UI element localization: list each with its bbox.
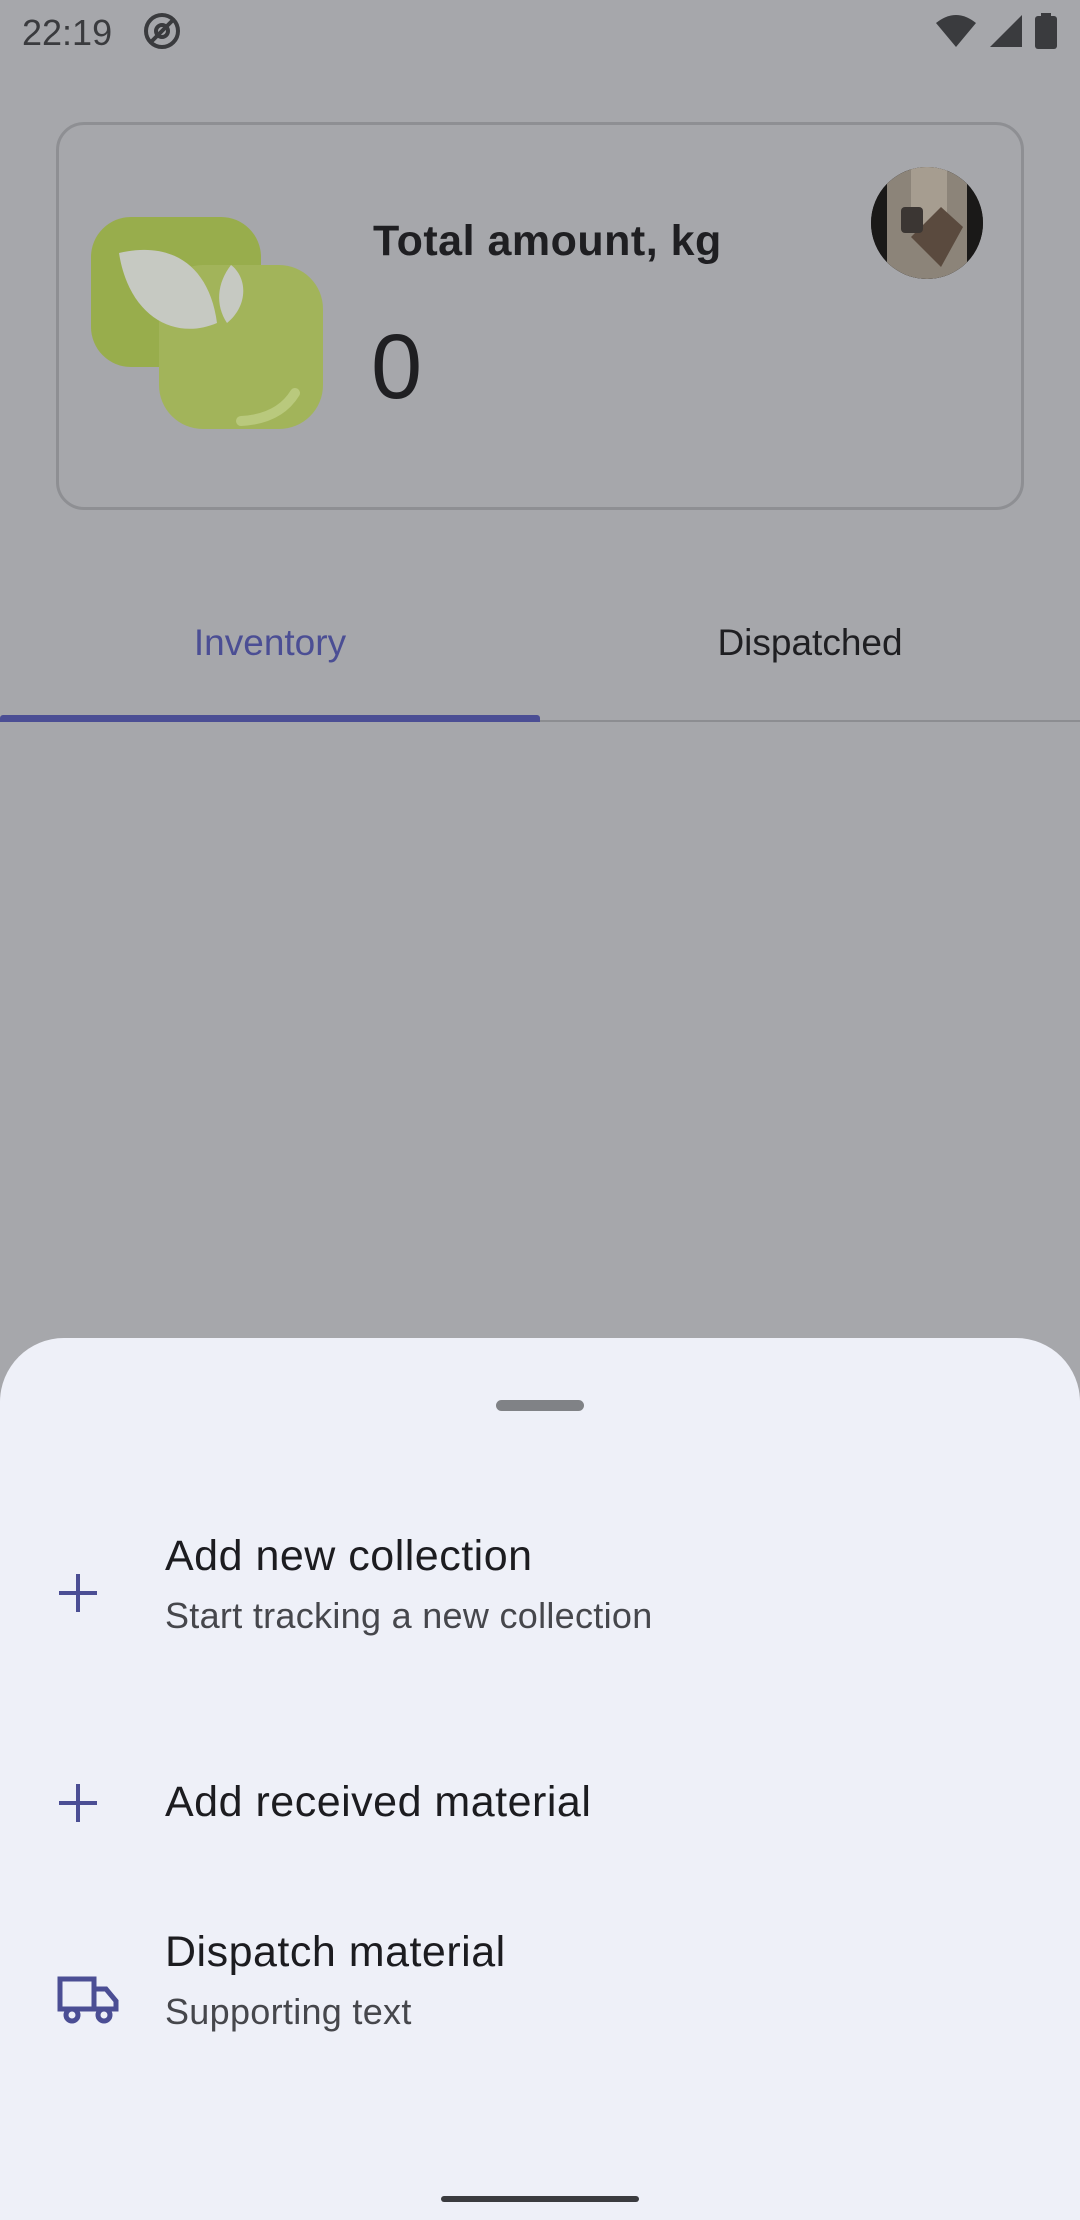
at-sign-icon (142, 11, 182, 56)
drag-handle[interactable] (496, 1400, 584, 1411)
total-amount-value: 0 (371, 316, 423, 418)
tab-indicator (0, 715, 540, 722)
wifi-icon (934, 13, 978, 54)
total-amount-label: Total amount, kg (373, 217, 722, 265)
avatar[interactable] (871, 167, 983, 279)
plus-icon (56, 1771, 100, 1835)
signal-icon (988, 13, 1024, 54)
dispatch-material-text: Dispatch material Supporting text (165, 1928, 506, 2033)
add-new-collection-subtitle: Start tracking a new collection (165, 1595, 653, 1636)
add-received-material-text: Add received material (165, 1778, 591, 1827)
plus-icon (56, 1561, 100, 1625)
dispatch-material-title: Dispatch material (165, 1928, 506, 1976)
tab-inventory-label: Inventory (193, 622, 347, 663)
status-time: 22:19 (22, 12, 113, 53)
battery-icon (1034, 12, 1058, 54)
tab-dispatched-label: Dispatched (717, 622, 903, 663)
status-right (934, 12, 1058, 54)
status-bar: 22:19 (0, 0, 1080, 66)
add-new-collection-title: Add new collection (165, 1532, 533, 1580)
summary-card: Total amount, kg 0 (56, 122, 1024, 510)
add-new-collection-text: Add new collection Start tracking a new … (165, 1532, 653, 1637)
tab-inventory[interactable]: Inventory (0, 580, 540, 722)
dispatch-material-item[interactable]: Dispatch material Supporting text (0, 1928, 1080, 2078)
gesture-navigation-bar[interactable] (441, 2196, 639, 2202)
tab-bar: Inventory Dispatched (0, 580, 1080, 722)
add-new-collection-item[interactable]: Add new collection Start tracking a new … (0, 1518, 1080, 1668)
app-logo-icon (89, 213, 329, 433)
dispatch-material-subtitle: Supporting text (165, 1991, 412, 2032)
status-left: 22:19 (22, 11, 182, 56)
add-received-material-item[interactable]: Add received material (0, 1748, 1080, 1858)
tab-dispatched[interactable]: Dispatched (540, 580, 1080, 720)
truck-icon (56, 1966, 120, 2030)
add-received-material-title: Add received material (165, 1778, 592, 1826)
bottom-sheet: Add new collection Start tracking a new … (0, 1338, 1080, 2220)
